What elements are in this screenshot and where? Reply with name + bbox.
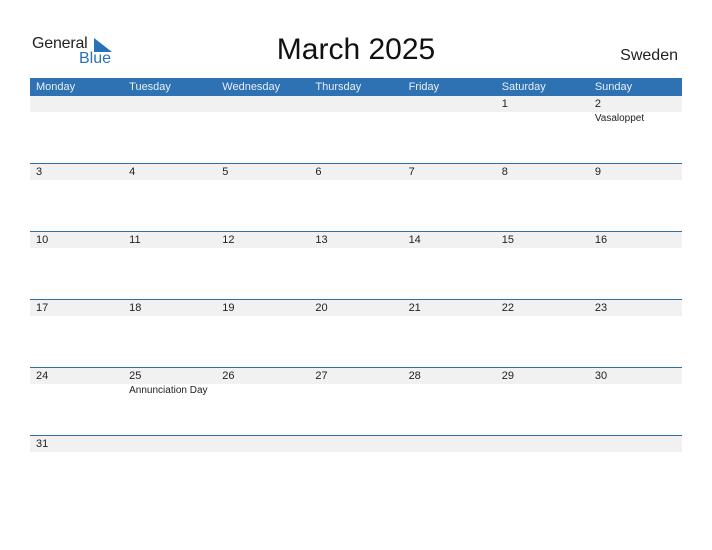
- day-cell: 16: [589, 232, 682, 299]
- day-number: 14: [408, 234, 421, 246]
- day-cell: 30: [589, 368, 682, 435]
- calendar-title: March 2025: [276, 33, 436, 66]
- day-cell: 1: [496, 96, 589, 163]
- day-cell: 9: [589, 164, 682, 231]
- day-cell: 10: [30, 232, 123, 299]
- day-number: 8: [501, 166, 508, 178]
- day-cell: 14: [403, 232, 496, 299]
- day-number: 10: [36, 234, 49, 246]
- day-cell: 23: [589, 300, 682, 367]
- day-cell: 11: [123, 232, 216, 299]
- day-cell: 8: [496, 164, 589, 231]
- day-number: 23: [594, 302, 608, 314]
- day-number: 26: [222, 370, 235, 382]
- day-cell: [123, 96, 216, 163]
- day-number: 2: [594, 98, 601, 110]
- day-number: 29: [501, 370, 514, 382]
- day-cell: [216, 436, 309, 456]
- day-number: 18: [129, 302, 142, 314]
- day-cell: [403, 436, 496, 456]
- day-number: 30: [594, 370, 608, 382]
- country-label: Sweden: [620, 47, 678, 64]
- day-cell: 20: [309, 300, 402, 367]
- day-number: 4: [129, 166, 136, 178]
- day-cell: 31: [30, 436, 123, 456]
- day-cell: 12: [216, 232, 309, 299]
- day-number: 20: [315, 302, 328, 314]
- day-cell: 24: [30, 368, 123, 435]
- day-cell: 22: [496, 300, 589, 367]
- day-cell: 17: [30, 300, 123, 367]
- day-number: 27: [315, 370, 328, 382]
- day-number: 13: [315, 234, 328, 246]
- weekday-wednesday: Wednesday: [222, 81, 281, 93]
- day-cell: 28: [403, 368, 496, 435]
- day-number: 6: [315, 166, 322, 178]
- day-number: 19: [222, 302, 235, 314]
- day-cell: 15: [496, 232, 589, 299]
- day-cell: [403, 96, 496, 163]
- week-row: 10 11 12 13 14 15 16: [30, 231, 682, 299]
- weekday-friday: Friday: [408, 81, 440, 93]
- week-row: 17 18 19 20 21 22 23: [30, 299, 682, 367]
- weekday-thursday: Thursday: [315, 81, 362, 93]
- week-row: 3 4 5 6 7 8 9: [30, 163, 682, 231]
- day-cell: 4: [123, 164, 216, 231]
- day-number: 24: [36, 370, 49, 382]
- week-row: 1 2 Vasaloppet: [30, 96, 682, 163]
- day-number: 3: [36, 166, 43, 178]
- day-cell: 2 Vasaloppet: [589, 96, 682, 163]
- day-number: 1: [501, 98, 508, 110]
- day-number: 12: [222, 234, 235, 246]
- day-number: 15: [501, 234, 514, 246]
- day-number: 25: [129, 370, 142, 382]
- holiday-label: Vasaloppet: [594, 113, 645, 124]
- day-cell: 5: [216, 164, 309, 231]
- weekday-header: Monday Tuesday Wednesday Thursday Friday…: [30, 78, 682, 96]
- day-cell: 13: [309, 232, 402, 299]
- day-number: 5: [222, 166, 229, 178]
- day-cell: 6: [309, 164, 402, 231]
- day-cell: [216, 96, 309, 163]
- day-cell: 7: [403, 164, 496, 231]
- week-row: 24 25 Annunciation Day 26 27 28 29 30: [30, 367, 682, 435]
- day-cell: 21: [403, 300, 496, 367]
- weekday-saturday: Saturday: [501, 81, 546, 93]
- day-number: 7: [408, 166, 415, 178]
- day-cell: 19: [216, 300, 309, 367]
- day-cell: [309, 96, 402, 163]
- calendar-grid: Monday Tuesday Wednesday Thursday Friday…: [30, 78, 682, 456]
- day-cell: 3: [30, 164, 123, 231]
- weekday-tuesday: Tuesday: [129, 81, 171, 93]
- day-number: 9: [594, 166, 601, 178]
- weekday-sunday: Sunday: [594, 81, 633, 93]
- day-number: 31: [36, 438, 49, 450]
- day-number: 11: [129, 234, 141, 246]
- day-number: 22: [501, 302, 514, 314]
- day-cell: [123, 436, 216, 456]
- day-cell: 25 Annunciation Day: [123, 368, 216, 435]
- day-number: 16: [594, 234, 608, 246]
- holiday-label: Annunciation Day: [129, 385, 208, 396]
- day-cell: 26: [216, 368, 309, 435]
- day-cell: 18: [123, 300, 216, 367]
- day-cell: 27: [309, 368, 402, 435]
- day-cell: [589, 436, 682, 456]
- week-row: 31: [30, 435, 682, 456]
- day-cell: 29: [496, 368, 589, 435]
- day-number: 17: [36, 302, 49, 314]
- weekday-monday: Monday: [36, 81, 76, 93]
- day-cell: [30, 96, 123, 163]
- day-number: 21: [408, 302, 421, 314]
- day-number: 28: [408, 370, 421, 382]
- day-cell: [309, 436, 402, 456]
- day-cell: [496, 436, 589, 456]
